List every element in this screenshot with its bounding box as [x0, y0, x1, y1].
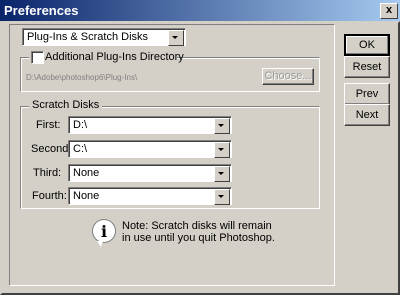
third-disk-label: Third: — [33, 167, 62, 179]
info-icon: i — [92, 219, 116, 247]
close-icon: x — [385, 4, 393, 16]
chevron-down-icon[interactable] — [214, 189, 230, 205]
additional-plugins-label[interactable]: Additional Plug-Ins Directory — [45, 51, 184, 63]
scratch-note-line2: in use until you quit Photoshop. — [122, 232, 275, 244]
fourth-disk-label: Fourth: — [32, 190, 67, 202]
window-title: Preferences — [4, 3, 79, 18]
third-disk-select[interactable]: None — [68, 164, 232, 182]
plugins-legend: Additional Plug-Ins Directory — [29, 50, 184, 64]
second-disk-select[interactable]: C:\ — [68, 140, 232, 158]
scratch-note-line1: Note: Scratch disks will remain — [122, 220, 272, 232]
next-button[interactable]: Next — [344, 104, 390, 126]
third-disk-value: None — [73, 167, 100, 179]
close-button[interactable]: x — [380, 3, 398, 19]
fourth-disk-select[interactable]: None — [68, 187, 232, 205]
ok-button[interactable]: OK — [344, 34, 390, 56]
additional-plugins-checkbox[interactable] — [31, 51, 44, 64]
choose-button[interactable]: Choose... — [262, 68, 314, 85]
reset-button[interactable]: Reset — [344, 56, 390, 78]
scratch-note: Note: Scratch disks will remain in use u… — [122, 220, 275, 244]
chevron-down-icon[interactable] — [214, 142, 230, 158]
second-disk-label: Second: — [31, 143, 72, 155]
plugins-path: D:\Adobe\photoshop6\Plug-Ins\ — [26, 73, 138, 82]
scratch-disks-legend: Scratch Disks — [29, 99, 103, 111]
section-select-value: Plug-Ins & Scratch Disks — [27, 31, 149, 43]
chevron-down-icon[interactable] — [214, 118, 230, 134]
title-bar[interactable]: Preferences x — [0, 0, 400, 21]
chevron-down-icon[interactable] — [214, 166, 230, 182]
first-disk-select[interactable]: D:\ — [68, 116, 232, 134]
fourth-disk-value: None — [73, 190, 100, 202]
first-disk-label: First: — [36, 119, 61, 131]
second-disk-value: C:\ — [73, 143, 88, 155]
first-disk-value: D:\ — [73, 119, 88, 131]
prev-button[interactable]: Prev — [344, 83, 390, 105]
chevron-down-icon[interactable] — [168, 30, 184, 46]
section-select[interactable]: Plug-Ins & Scratch Disks — [22, 28, 186, 46]
